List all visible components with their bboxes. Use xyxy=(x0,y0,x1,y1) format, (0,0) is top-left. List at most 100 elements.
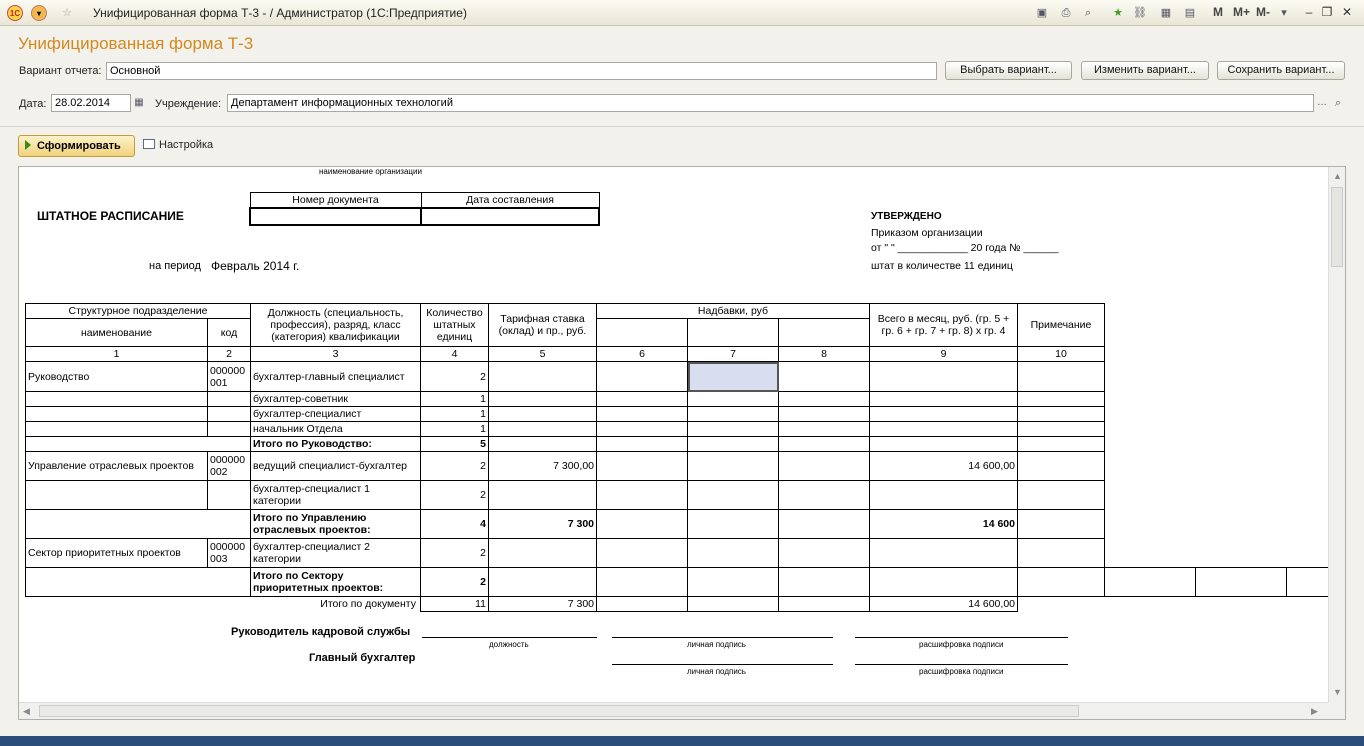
subtotal-label[interactable]: Итого по Управлению отраслевых проектов: xyxy=(250,509,421,539)
table-row[interactable]: бухгалтер-советник 1 xyxy=(25,391,1346,407)
horizontal-scrollbar[interactable]: ◀ ▶ xyxy=(19,702,1329,719)
calculator-icon[interactable]: ▦ xyxy=(1158,5,1174,21)
allowance-cell[interactable] xyxy=(596,596,688,612)
allowance-cell[interactable] xyxy=(596,567,688,597)
note-cell[interactable] xyxy=(1017,480,1105,510)
doc-total-rate[interactable]: 7 300 xyxy=(488,596,597,612)
position-cell[interactable]: бухгалтер-главный специалист xyxy=(250,361,421,392)
allowance-cell[interactable] xyxy=(687,451,779,481)
allowance-cell[interactable] xyxy=(596,509,688,539)
allowance-cell[interactable] xyxy=(596,421,688,437)
preview-icon[interactable]: ⌕ xyxy=(1080,5,1096,21)
position-cell[interactable]: ведущий специалист-бухгалтер xyxy=(250,451,421,481)
count-cell[interactable]: 1 xyxy=(420,421,489,437)
memory-mplus-button[interactable]: M+ xyxy=(1233,5,1250,19)
total-cell[interactable] xyxy=(869,538,1018,568)
link-icon[interactable]: ⛓ xyxy=(1132,5,1148,21)
restore-button[interactable]: ❐ xyxy=(1318,4,1336,20)
open-search-icon[interactable]: ⌕ xyxy=(1330,95,1346,111)
total-cell[interactable] xyxy=(869,436,1018,452)
note-cell[interactable] xyxy=(1017,436,1105,452)
count-cell[interactable]: 2 xyxy=(420,480,489,510)
dept-code-cell[interactable] xyxy=(207,421,251,437)
allowance-cell[interactable] xyxy=(596,361,688,392)
count-cell[interactable]: 2 xyxy=(420,538,489,568)
menu-dropdown-icon[interactable]: ▾ xyxy=(31,5,47,21)
rate-cell[interactable] xyxy=(488,421,597,437)
rate-cell[interactable] xyxy=(488,391,597,407)
rate-cell[interactable] xyxy=(488,567,597,597)
rate-cell[interactable]: 7 300 xyxy=(488,509,597,539)
allowance-cell[interactable] xyxy=(596,480,688,510)
position-cell[interactable]: бухгалтер-советник xyxy=(250,391,421,407)
date-field[interactable]: 28.02.2014 xyxy=(51,94,131,112)
dept-name-cell[interactable] xyxy=(25,406,208,422)
total-cell[interactable]: 14 600,00 xyxy=(869,451,1018,481)
allowance-cell[interactable] xyxy=(596,538,688,568)
total-cell[interactable] xyxy=(869,421,1018,437)
allowance-cell[interactable] xyxy=(596,406,688,422)
note-cell[interactable] xyxy=(1017,451,1105,481)
rate-cell[interactable] xyxy=(488,361,597,392)
allowance-cell[interactable] xyxy=(687,509,779,539)
extra-cell[interactable] xyxy=(1195,567,1287,597)
print-icon[interactable]: ⎙ xyxy=(1058,5,1074,21)
total-cell[interactable] xyxy=(869,567,1018,597)
allowance-cell[interactable] xyxy=(687,480,779,510)
rate-cell[interactable] xyxy=(488,406,597,422)
star-icon[interactable]: ☆ xyxy=(59,5,75,21)
table-row[interactable]: Руководство 000000 001 бухгалтер-главный… xyxy=(25,361,1346,392)
memory-m-button[interactable]: M xyxy=(1213,5,1223,19)
allowance-cell[interactable] xyxy=(778,406,870,422)
dept-name-cell[interactable] xyxy=(25,421,208,437)
note-cell[interactable] xyxy=(1017,391,1105,407)
allowance-cell[interactable] xyxy=(687,391,779,407)
count-cell[interactable]: 4 xyxy=(420,509,489,539)
save-icon[interactable]: ▣ xyxy=(1034,5,1050,21)
table-row[interactable]: начальник Отдела 1 xyxy=(25,421,1346,437)
allowance-cell[interactable] xyxy=(778,391,870,407)
doc-total-sum[interactable]: 14 600,00 xyxy=(869,596,1018,612)
allowance-cell[interactable] xyxy=(687,436,779,452)
table-row[interactable]: Сектор приоритетных проектов 000000 003 … xyxy=(25,538,1346,568)
allowance-cell[interactable] xyxy=(778,567,870,597)
total-cell[interactable] xyxy=(869,480,1018,510)
position-cell[interactable]: начальник Отдела xyxy=(250,421,421,437)
subtotal-row[interactable]: Итого по Сектору приоритетных проектов: … xyxy=(25,567,1345,597)
count-cell[interactable]: 2 xyxy=(420,361,489,392)
doc-number-cell[interactable] xyxy=(249,207,422,226)
allowance-cell[interactable] xyxy=(778,361,870,392)
dept-name-cell[interactable]: Управление отраслевых проектов xyxy=(25,451,208,481)
dept-code-cell[interactable] xyxy=(207,391,251,407)
vertical-scroll-thumb[interactable] xyxy=(1331,187,1343,267)
dept-code-cell[interactable]: 000000 001 xyxy=(207,361,251,392)
rate-cell[interactable] xyxy=(488,480,597,510)
total-cell[interactable] xyxy=(869,391,1018,407)
scroll-right-icon[interactable]: ▶ xyxy=(1311,706,1318,717)
variant-field[interactable]: Основной xyxy=(106,62,937,80)
count-cell[interactable]: 2 xyxy=(420,567,489,597)
subtotal-label[interactable]: Итого по Сектору приоритетных проектов: xyxy=(250,567,421,597)
dept-code-cell[interactable] xyxy=(207,480,251,510)
allowance-cell[interactable] xyxy=(687,538,779,568)
minimize-button[interactable]: – xyxy=(1300,4,1318,20)
dept-name-cell[interactable] xyxy=(25,391,208,407)
selected-cell[interactable] xyxy=(687,361,779,392)
allowance-cell[interactable] xyxy=(778,509,870,539)
doc-total-row[interactable]: Итого по документу 11 7 300 14 600,00 xyxy=(26,596,1346,612)
allowance-cell[interactable] xyxy=(687,406,779,422)
favorite-add-icon[interactable]: ★ xyxy=(1110,5,1126,21)
total-cell[interactable] xyxy=(869,406,1018,422)
extra-cell[interactable] xyxy=(1104,567,1196,597)
chevron-down-icon[interactable]: ▾ xyxy=(1276,5,1292,21)
table-row[interactable]: бухгалтер-специалист 1 категории 2 xyxy=(25,480,1346,510)
note-cell[interactable] xyxy=(1017,538,1105,568)
doc-date-cell[interactable] xyxy=(420,207,600,226)
note-cell[interactable] xyxy=(1017,361,1105,392)
position-cell[interactable]: бухгалтер-специалист xyxy=(250,406,421,422)
generate-button[interactable]: Сформировать xyxy=(18,135,135,157)
allowance-cell[interactable] xyxy=(778,538,870,568)
app-logo-icon[interactable]: 1С xyxy=(7,5,23,21)
dept-code-cell[interactable]: 000000 002 xyxy=(207,451,251,481)
rate-cell[interactable]: 7 300,00 xyxy=(488,451,597,481)
